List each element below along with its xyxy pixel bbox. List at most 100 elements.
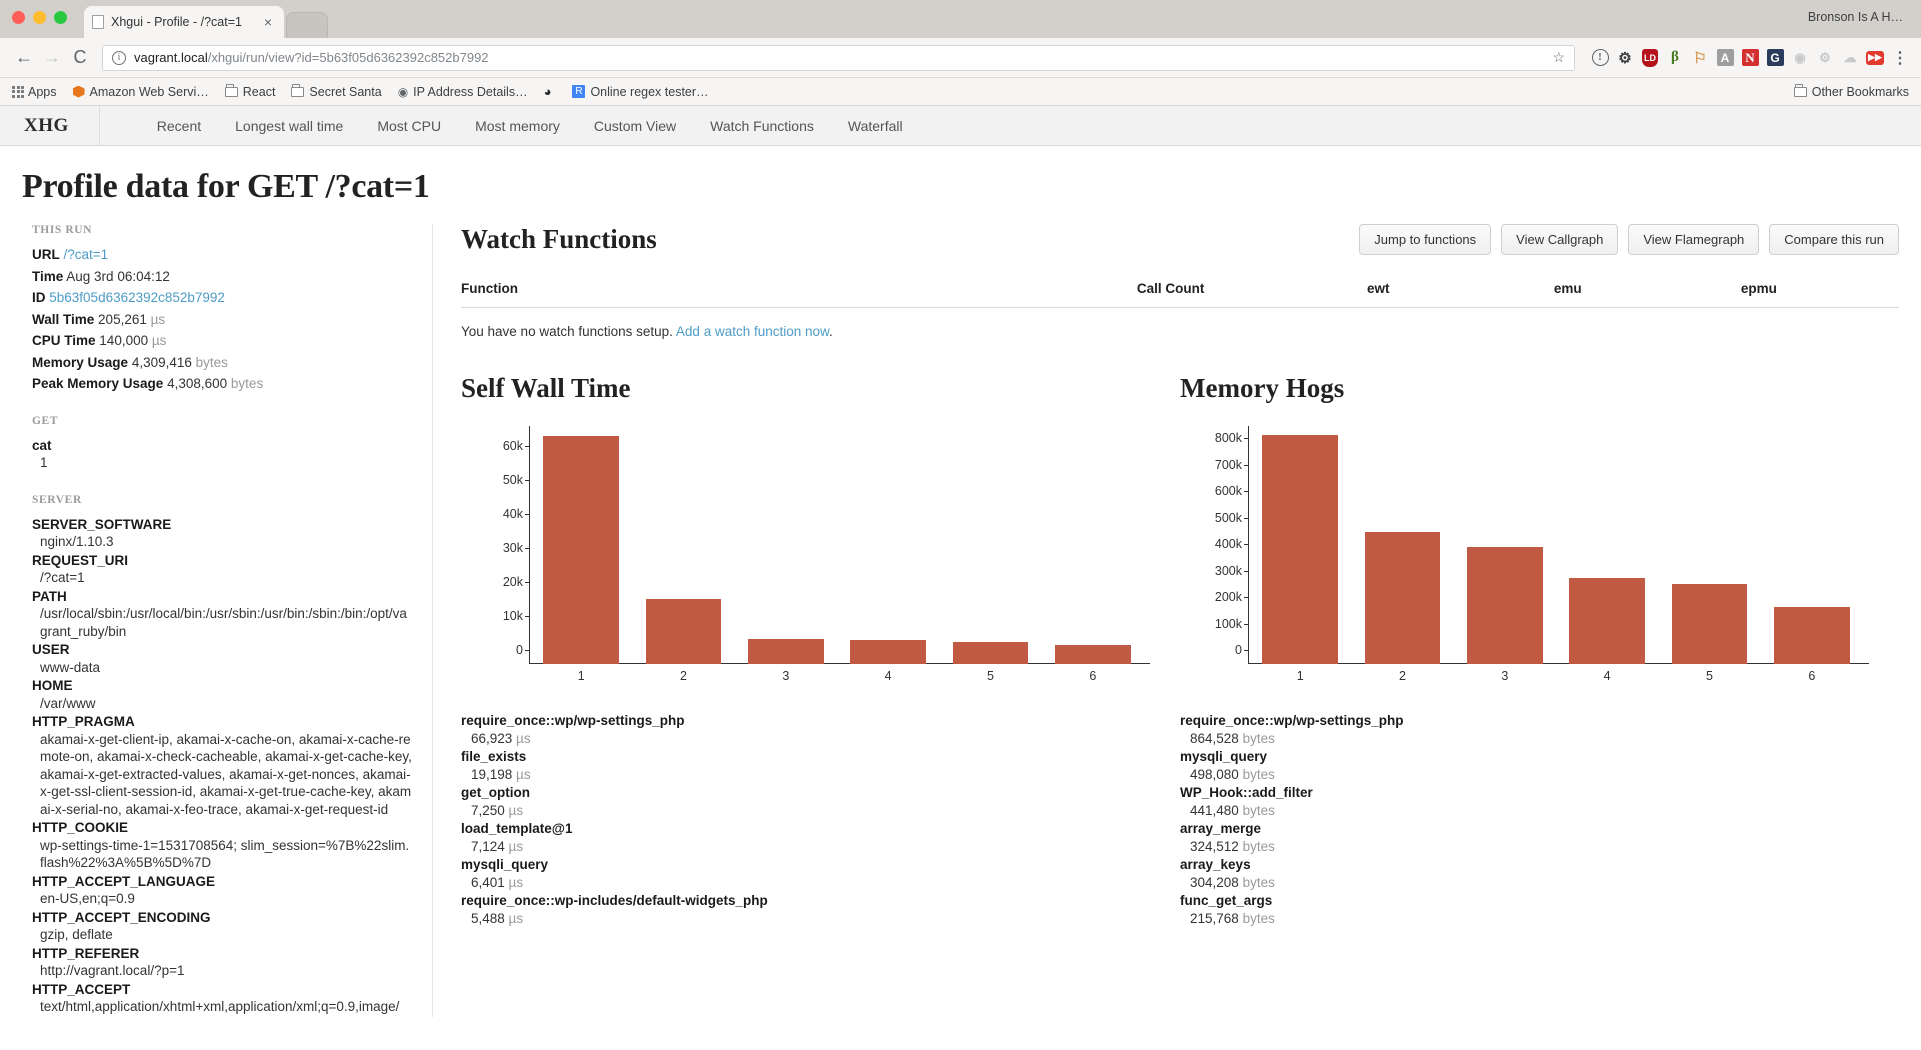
view-flamegraph-button[interactable]: View Flamegraph (1628, 224, 1760, 255)
bar-slot (1351, 426, 1453, 664)
chart-bar[interactable] (1466, 547, 1543, 664)
browser-window: Xhgui - Profile - /?cat=1 × Bronson Is A… (0, 0, 1921, 106)
bar-slot (1658, 426, 1760, 664)
chart-bar[interactable] (645, 598, 722, 664)
buffer-icon[interactable]: β (1664, 47, 1686, 69)
info-circle-icon[interactable]: ! (1589, 47, 1611, 69)
chart-bar[interactable] (1262, 435, 1339, 664)
bookmark-ip-address-details[interactable]: ◉ IP Address Details… (398, 85, 528, 99)
flag-icon[interactable]: ⚐ (1689, 47, 1711, 69)
chart-bar[interactable] (543, 436, 620, 664)
legend-function-value: 6,401 µs (461, 874, 1150, 892)
nav-item-recent[interactable]: Recent (140, 106, 218, 146)
chart-bar[interactable] (1773, 606, 1850, 664)
reload-icon[interactable]: C (66, 44, 94, 72)
server-var-key: HTTP_REFERER (32, 945, 140, 961)
address-bar[interactable]: i vagrant.local /xhgui/run/view?id=5b63f… (102, 44, 1575, 71)
legend-value-unit: µs (508, 803, 524, 818)
column-emu[interactable]: emu (1553, 281, 1741, 308)
nav-item-watch-functions[interactable]: Watch Functions (693, 106, 831, 146)
chart-bar[interactable] (1569, 578, 1645, 664)
server-var-key: HOME (32, 678, 73, 693)
youtube-icon[interactable]: ▶▶ (1864, 47, 1886, 69)
bar-slot (1556, 426, 1658, 664)
new-tab-button[interactable] (286, 12, 328, 38)
column-function[interactable]: Function (461, 281, 1137, 308)
app-brand-logo[interactable]: XHG (24, 105, 100, 146)
chart-bar[interactable] (1671, 583, 1748, 664)
maximize-window-button[interactable] (54, 11, 67, 24)
forward-icon[interactable]: → (38, 44, 66, 72)
server-var-key: HTTP_COOKIE (32, 820, 129, 835)
grammarly-icon[interactable]: A (1714, 47, 1736, 69)
lastpass-shield-icon[interactable]: LD (1639, 47, 1661, 69)
bookmark-github[interactable]: ◕ (544, 84, 557, 100)
legend-function-value: 19,198 µs (461, 766, 1150, 784)
chart-bar[interactable] (1054, 645, 1131, 664)
minimize-window-button[interactable] (33, 11, 46, 24)
nav-item-most-memory[interactable]: Most memory (458, 106, 577, 146)
run-cpu-time-value: 140,000 (99, 333, 149, 348)
browser-tab[interactable]: Xhgui - Profile - /?cat=1 × (84, 6, 284, 38)
browser-menu-icon[interactable]: ⋮ (1889, 47, 1911, 69)
faded-extension-icon-3[interactable]: ☁ (1839, 47, 1861, 69)
chart-bar[interactable] (850, 639, 926, 664)
chart-bar[interactable] (1364, 532, 1441, 664)
run-url-value[interactable]: /?cat=1 (64, 247, 109, 262)
gear-icon[interactable]: ⚙ (1614, 47, 1636, 69)
legend-value-number: 498,080 (1190, 767, 1243, 782)
legend-function-name: mysqli_query (1180, 749, 1268, 764)
view-callgraph-button[interactable]: View Callgraph (1501, 224, 1619, 255)
run-url-label: URL (32, 247, 60, 262)
profile-user-label[interactable]: Bronson Is A H… (1808, 10, 1903, 24)
legend-value-number: 215,768 (1190, 911, 1243, 926)
faded-extension-icon-1[interactable]: ◉ (1789, 47, 1811, 69)
other-bookmarks-button[interactable]: Other Bookmarks (1793, 84, 1909, 99)
google-icon[interactable]: G (1764, 47, 1786, 69)
bookmark-apps[interactable]: Apps (12, 85, 57, 99)
bookmark-react[interactable]: React (224, 84, 275, 99)
bookmark-star-icon[interactable]: ☆ (1552, 49, 1565, 66)
bookmark-secret-santa[interactable]: Secret Santa (291, 84, 382, 99)
faded-extension-icon-2[interactable]: ⚙ (1814, 47, 1836, 69)
bookmark-online-regex-tester[interactable]: R Online regex tester… (572, 85, 709, 99)
main-content: Watch Functions Jump to functions View C… (432, 224, 1899, 1017)
evernote-icon[interactable]: N (1739, 47, 1761, 69)
nav-item-custom-view[interactable]: Custom View (577, 106, 693, 146)
get-param-key: cat (32, 437, 52, 453)
legend-value-unit: µs (516, 731, 531, 746)
bar-slot (1454, 426, 1556, 664)
column-epmu[interactable]: epmu (1740, 281, 1899, 308)
nav-item-longest-wall-time[interactable]: Longest wall time (218, 106, 360, 146)
legend-value-unit: bytes (1242, 839, 1275, 854)
y-axis-tick: 60k (502, 439, 530, 453)
memory-hogs-plot: 0 100k 200k 300k 400k 500k 600k 700k 800k 1 2 3 4 5 6 (1202, 426, 1869, 686)
bookmark-amazon-web-services[interactable]: Amazon Web Servi… (72, 85, 209, 99)
site-info-icon[interactable]: i (112, 50, 126, 65)
legend-value-number: 6,401 (471, 875, 509, 890)
column-call-count[interactable]: Call Count (1136, 281, 1367, 308)
legend-function-name: get_option (461, 785, 530, 800)
compare-this-run-button[interactable]: Compare this run (1769, 224, 1899, 255)
run-wall-time-row: Wall Time 205,261 µs (32, 311, 412, 329)
add-watch-function-link[interactable]: Add a watch function now (676, 324, 829, 339)
close-window-button[interactable] (12, 11, 25, 24)
jump-to-functions-button[interactable]: Jump to functions (1359, 224, 1492, 255)
run-id-value[interactable]: 5b63f05d6362392c852b7992 (49, 290, 225, 305)
nav-item-most-cpu[interactable]: Most CPU (360, 106, 458, 146)
x-axis-tick: 3 (782, 669, 790, 683)
nav-item-waterfall[interactable]: Waterfall (831, 106, 920, 146)
chart-bar[interactable] (747, 639, 824, 664)
legend-function-name: require_once::wp/wp-settings_php (1180, 713, 1404, 728)
legend-function-value: 66,923 µs (461, 730, 1150, 748)
back-icon[interactable]: ← (10, 44, 38, 72)
self-wall-time-legend: require_once::wp/wp-settings_php 66,923 µ… (461, 712, 1150, 928)
chart-bar[interactable] (952, 642, 1029, 664)
column-ewt[interactable]: ewt (1366, 281, 1554, 308)
bar-slot (530, 426, 632, 664)
run-peak-memory-row: Peak Memory Usage 4,308,600 bytes (32, 375, 412, 393)
y-axis-tick: 0 (1235, 643, 1248, 657)
close-tab-icon[interactable]: × (260, 14, 276, 30)
y-axis-tick: 800k (1214, 431, 1249, 446)
server-var-row: REQUEST_URI /?cat=1 (32, 552, 412, 587)
